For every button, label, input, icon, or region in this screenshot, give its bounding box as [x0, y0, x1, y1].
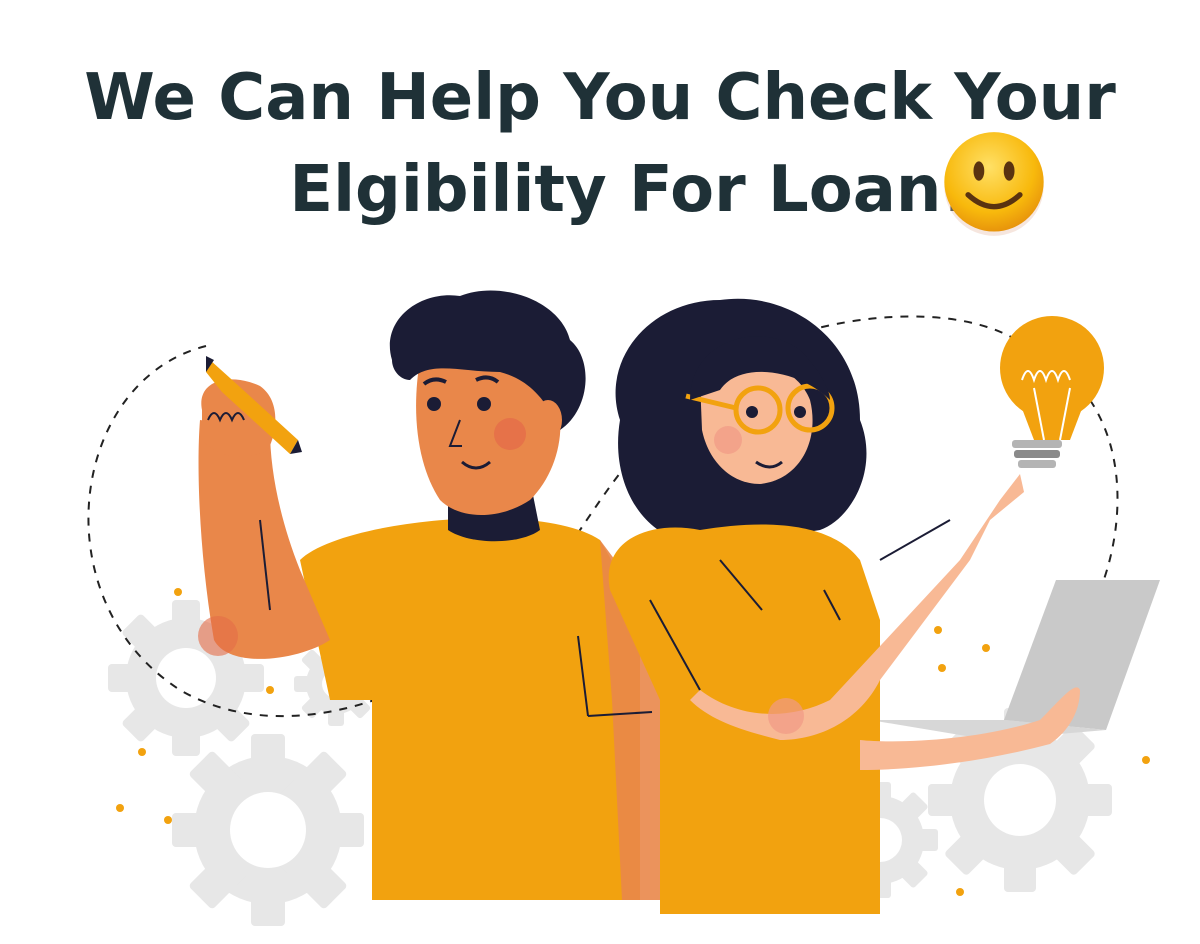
lightbulb-icon	[1000, 316, 1104, 468]
dashed-path	[1089, 399, 1119, 591]
laptop-icon	[870, 580, 1160, 740]
illustration	[87, 290, 1160, 926]
gear-icon	[172, 734, 364, 926]
